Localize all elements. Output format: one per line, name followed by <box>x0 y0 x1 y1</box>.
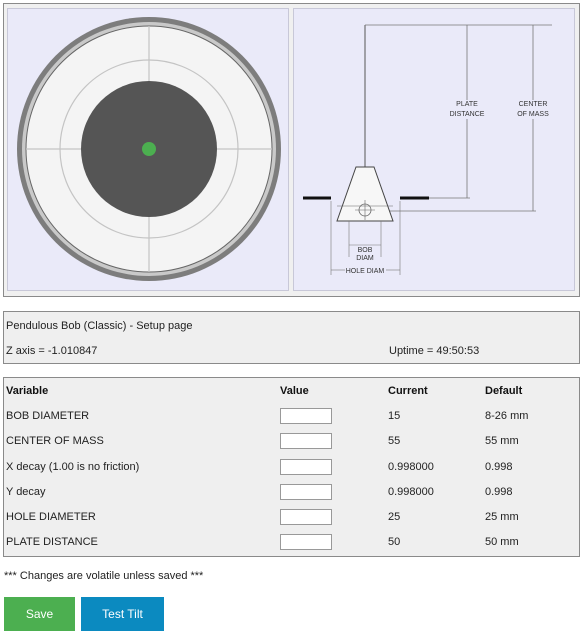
bob-side-view-svg: PLATE DISTANCE CENTER OF MASS BOB DIAM H… <box>303 24 552 275</box>
hole-diameter-input[interactable] <box>280 509 332 525</box>
bob-top-view-svg <box>17 17 281 281</box>
variable-name: HOLE DIAMETER <box>6 511 96 523</box>
table-row: BOB DIAMETER 15 8-26 mm <box>4 404 579 429</box>
header-variable: Variable <box>6 385 49 397</box>
header-current: Current <box>388 385 428 397</box>
x-decay-input[interactable] <box>280 459 332 475</box>
z-axis-readout: Z axis = -1.010847 <box>6 345 98 357</box>
bob-diam-label-1: BOB <box>358 247 373 254</box>
variable-name: X decay (1.00 is no friction) <box>6 461 140 473</box>
table-row: Y decay 0.998000 0.998 <box>4 480 579 505</box>
table-row: X decay (1.00 is no friction) 0.998000 0… <box>4 455 579 480</box>
variable-name: BOB DIAMETER <box>6 410 90 422</box>
bob-position-marker <box>142 142 156 156</box>
volatile-warning: *** Changes are volatile unless saved **… <box>4 570 204 582</box>
bob-diameter-input[interactable] <box>280 408 332 424</box>
center-of-mass-input[interactable] <box>280 433 332 449</box>
y-decay-input[interactable] <box>280 484 332 500</box>
uptime-readout: Uptime = 49:50:53 <box>389 345 480 357</box>
status-panel: Pendulous Bob (Classic) - Setup page Z a… <box>3 311 580 364</box>
default-value: 8-26 mm <box>485 410 529 422</box>
current-value: 15 <box>388 410 401 422</box>
current-value: 55 <box>388 435 401 447</box>
page-title: Pendulous Bob (Classic) - Setup page <box>6 320 193 332</box>
table-row: HOLE DIAMETER 25 25 mm <box>4 505 579 530</box>
table-row: PLATE DISTANCE 50 50 mm <box>4 530 579 555</box>
default-value: 55 mm <box>485 435 519 447</box>
parameters-table: Variable Value Current Default BOB DIAME… <box>3 377 580 557</box>
current-value: 0.998000 <box>388 461 434 473</box>
current-value: 0.998000 <box>388 486 434 498</box>
bob-diam-label-2: DIAM <box>356 255 374 262</box>
default-value: 0.998 <box>485 461 513 473</box>
plate-distance-label-2: DISTANCE <box>450 111 485 118</box>
header-default: Default <box>485 385 523 397</box>
plate-distance-label-1: PLATE <box>456 101 478 108</box>
variable-name: CENTER OF MASS <box>6 435 104 447</box>
bob-top-view <box>7 8 289 291</box>
variable-name: Y decay <box>6 486 46 498</box>
default-value: 25 mm <box>485 511 519 523</box>
hole-diam-label: HOLE DIAM <box>346 268 385 275</box>
save-button[interactable]: Save <box>4 597 75 631</box>
visualization-panel: PLATE DISTANCE CENTER OF MASS BOB DIAM H… <box>3 3 580 297</box>
plate-distance-input[interactable] <box>280 534 332 550</box>
current-value: 50 <box>388 536 401 548</box>
test-tilt-button[interactable]: Test Tilt <box>81 597 164 631</box>
center-of-mass-label-1: CENTER <box>519 101 548 108</box>
default-value: 50 mm <box>485 536 519 548</box>
center-of-mass-label-2: OF MASS <box>517 111 549 118</box>
bob-side-view: PLATE DISTANCE CENTER OF MASS BOB DIAM H… <box>293 8 575 291</box>
default-value: 0.998 <box>485 486 513 498</box>
header-value: Value <box>280 385 309 397</box>
current-value: 25 <box>388 511 401 523</box>
table-row: CENTER OF MASS 55 55 mm <box>4 429 579 454</box>
variable-name: PLATE DISTANCE <box>6 536 98 548</box>
